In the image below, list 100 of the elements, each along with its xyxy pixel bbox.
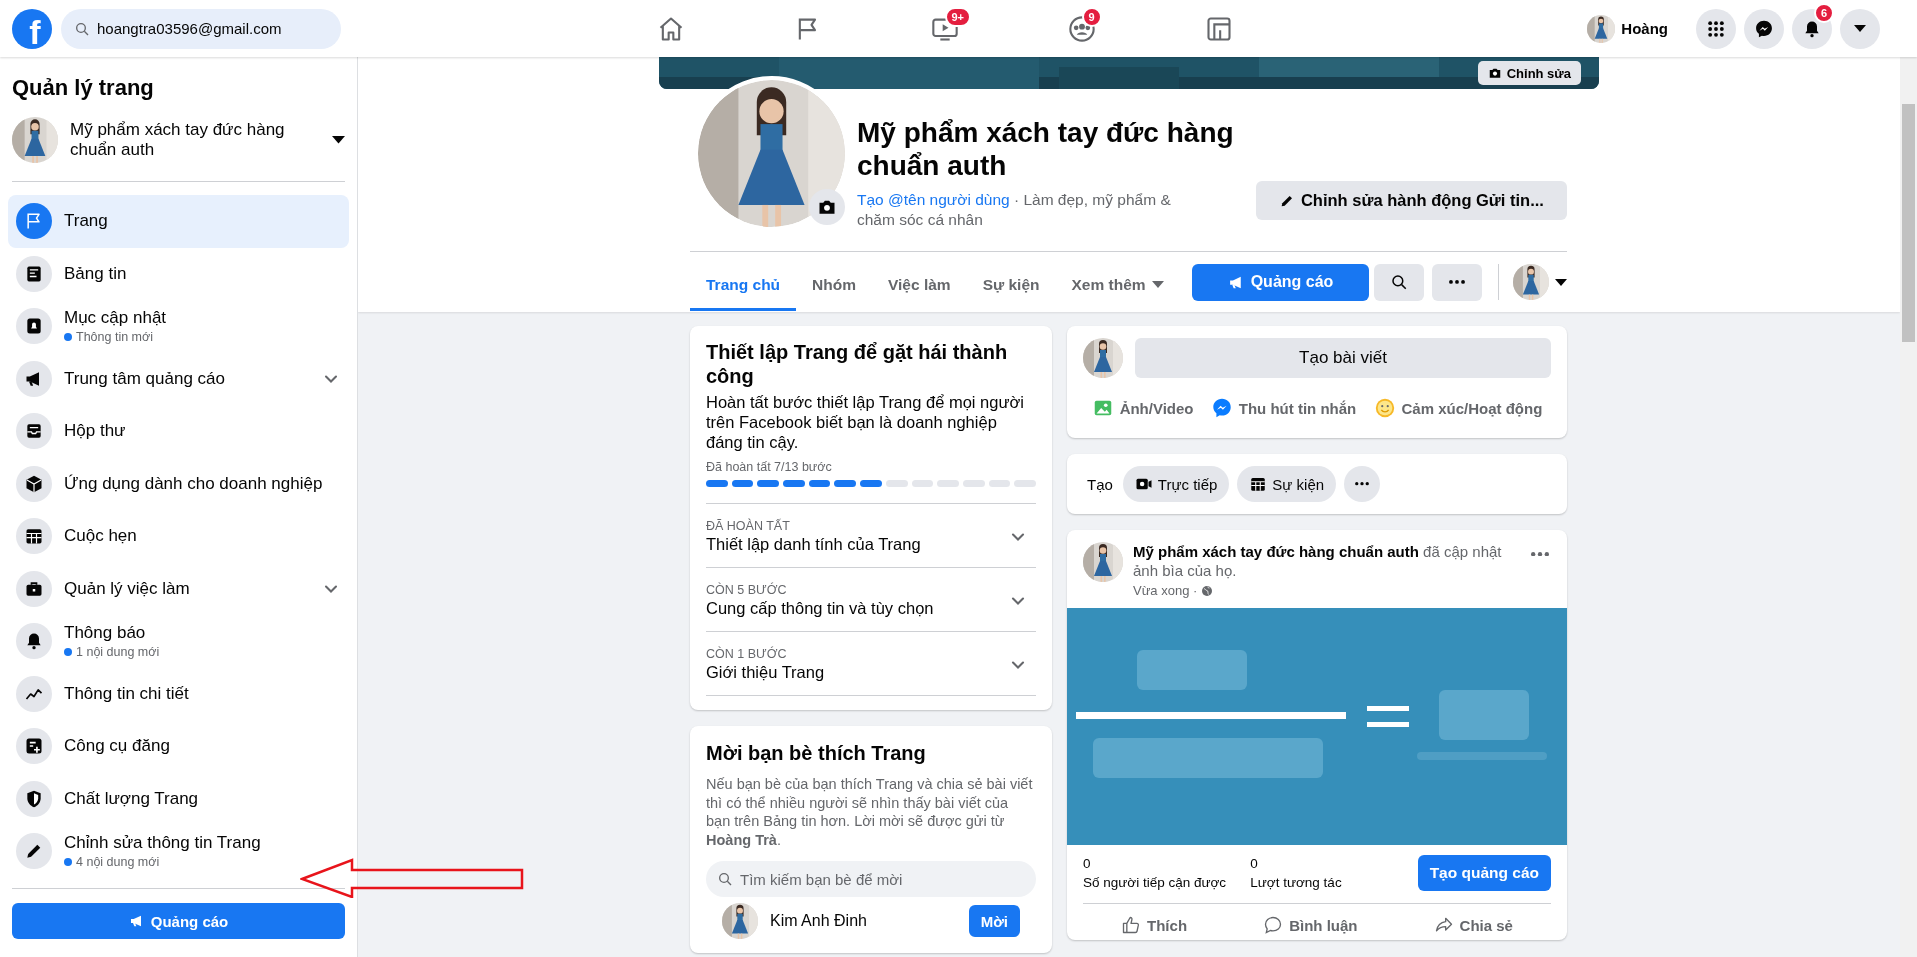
create-chip[interactable]: Trực tiếp (1122, 466, 1230, 502)
search-button[interactable] (1374, 263, 1424, 301)
post-headline: Mỹ phẩm xách tay đức hàng chuẩn auth đã cập nhật ảnh bìa của họ. (1133, 542, 1503, 580)
sidebar-item[interactable]: Ứng dụng dành cho doanh nghiệp (8, 457, 349, 510)
caret-icon (1555, 278, 1567, 286)
stat-label: Số người tiếp cận được (1083, 875, 1227, 890)
invite-button[interactable]: Mời (968, 905, 1020, 937)
card-description: Nếu bạn bè của bạn thích Trang và chia sẻ bài viết thì có thể nhiều người sẽ nhìn thấy bài viết của bạn trên Bảng tin hơn. Lời mời sẽ được gửi từ Hoàng Trà. (706, 775, 1034, 849)
search-icon (74, 20, 90, 37)
stat-value: 0 (1250, 856, 1259, 871)
sidebar-item[interactable]: Trang (8, 195, 349, 248)
post-action[interactable]: Chia sẻ (1427, 910, 1519, 940)
sidebar-item[interactable]: Chất lượng Trang (8, 772, 349, 825)
page-tab[interactable]: Xem thêm (1055, 261, 1180, 311)
page-subtitle: Tạo @tên người dùng · Làm đẹp, mỹ phẩm & chăm sóc cá nhân (857, 190, 1172, 230)
create-ad-button[interactable]: Tạo quảng cáo (1417, 855, 1551, 891)
sidebar-item[interactable]: Hộp thư (8, 405, 349, 458)
globe-icon (1201, 584, 1214, 597)
group-icon (1067, 14, 1096, 43)
menu-button[interactable] (1696, 8, 1736, 49)
more-icon (1531, 551, 1549, 557)
stat-value: 0 (1083, 856, 1092, 871)
post-time: Vừa xong · (1133, 583, 1198, 598)
caret-icon (332, 136, 345, 144)
page-tab[interactable]: Việc làm (872, 261, 967, 311)
speech-bubble-icon (1263, 915, 1284, 935)
sidebar-item[interactable]: Công cụ đăng (8, 720, 349, 773)
calendar-icon (1249, 475, 1268, 493)
caret-button[interactable] (1840, 8, 1880, 49)
share-icon (1433, 915, 1454, 935)
create-post-button[interactable]: Tạo bài viết (1135, 338, 1551, 378)
messenger-icon (1210, 397, 1233, 419)
search-field[interactable]: Tìm kiếm bạn bè để mời (706, 861, 1036, 897)
sidebar-item[interactable]: Quản lý việc làm (8, 562, 349, 615)
nav-tab[interactable]: 9 (1013, 0, 1150, 57)
setup-step[interactable]: ĐÃ HOÀN TẤT Thiết lập danh tính của Trang (706, 503, 1036, 567)
promote-button[interactable]: Quảng cáo (12, 903, 345, 939)
caret-icon (1854, 25, 1866, 32)
logo[interactable]: f (12, 8, 52, 49)
sidebar-item[interactable]: Chỉnh sửa thông tin Trang 4 nội dung mới (8, 825, 349, 878)
page-tab[interactable]: Nhóm (796, 261, 872, 311)
sidebar-item[interactable]: Bảng tin (8, 247, 349, 300)
composer-action[interactable]: Ảnh/Video (1085, 392, 1200, 424)
camera-button[interactable] (809, 189, 845, 225)
panel-icon (1204, 14, 1233, 43)
sidebar-title: Quản lý trang (12, 75, 155, 101)
card-title: Thiết lập Trang để gặt hái thành công (706, 340, 1009, 388)
messenger-icon (1754, 18, 1774, 39)
sidebar-item[interactable]: Thông báo 1 nội dung mới (8, 615, 349, 668)
search-icon (1390, 273, 1408, 291)
post-action[interactable]: Bình luận (1257, 910, 1364, 940)
create-chip[interactable]: Sự kiện (1237, 466, 1337, 502)
cube-icon (24, 473, 44, 494)
page-tab[interactable]: Sự kiện (966, 261, 1056, 311)
edit-action-button[interactable]: Chỉnh sửa hành động Gửi tin... (1255, 181, 1567, 220)
unread-dot (64, 648, 72, 657)
unread-dot (64, 333, 72, 342)
search-icon (717, 871, 733, 887)
composer-action[interactable]: Cảm xúc/Hoạt động (1367, 392, 1549, 424)
profile-button[interactable]: Hoàng (1583, 10, 1680, 47)
shield-icon (24, 788, 44, 809)
setup-step[interactable]: CÒN 1 BƯỚC Giới thiệu Trang (706, 631, 1036, 696)
list-plus-icon (24, 736, 44, 757)
sidebar-item[interactable]: Mục cập nhật Thông tin mới (8, 300, 349, 353)
count-badge: 9 (1081, 6, 1102, 27)
messenger-button[interactable] (1744, 8, 1784, 49)
more-button[interactable] (1344, 466, 1381, 502)
page-tab[interactable]: Trang chủ (690, 261, 797, 311)
create-label: Tạo (1087, 475, 1113, 493)
menu-icon (1706, 18, 1726, 39)
search-field[interactable]: hoangtra03596@gmail.com (61, 8, 341, 49)
scrollbar[interactable] (1902, 104, 1915, 342)
more-icon (1355, 482, 1370, 486)
unread-dot (64, 858, 72, 867)
count-badge: 9+ (944, 6, 972, 27)
more-icon (1449, 280, 1465, 284)
item-note: 1 nội dung mới (76, 645, 160, 660)
calendar-icon (24, 526, 44, 547)
setup-step[interactable]: CÒN 5 BƯỚC Cung cấp thông tin và tùy chọn (706, 567, 1036, 631)
smiley-icon (1373, 397, 1396, 419)
page-name: Mỹ phẩm xách tay đức hàng chuẩn auth (70, 120, 286, 160)
thumbs-up-icon (1121, 915, 1142, 935)
notice-icon (24, 316, 44, 337)
post-action[interactable]: Thích (1115, 910, 1194, 940)
username-link[interactable]: Tạo @tên người dùng (857, 191, 1010, 208)
account-switch-button[interactable] (1513, 264, 1567, 300)
nav-tab[interactable]: 9+ (876, 0, 1013, 57)
stat-label: Lượt tương tác (1250, 875, 1342, 890)
sidebar-item[interactable]: Trung tâm quảng cáo (8, 352, 349, 405)
card-title: Mời bạn bè thích Trang (706, 742, 927, 765)
item-note: Thông tin mới (76, 330, 153, 345)
count-badge: 6 (1814, 2, 1835, 23)
page-title: Mỹ phẩm xách tay đức hàng chuẩn auth (857, 116, 1235, 182)
promote-button[interactable]: Quảng cáo (1192, 263, 1369, 301)
composer-action[interactable]: Thu hút tin nhắn (1204, 392, 1363, 424)
card-description: Hoàn tất bước thiết lập Trang để mọi người trên Facebook biết bạn là doanh nghiệp đáng tin cậy. (706, 392, 1025, 452)
sidebar-item[interactable]: Cuộc hẹn (8, 510, 349, 563)
sidebar-item[interactable]: Thông tin chi tiết (8, 667, 349, 720)
progress-label: Đã hoàn tất 7/13 bước (706, 460, 833, 474)
item-note: 4 nội dung mới (76, 855, 160, 870)
